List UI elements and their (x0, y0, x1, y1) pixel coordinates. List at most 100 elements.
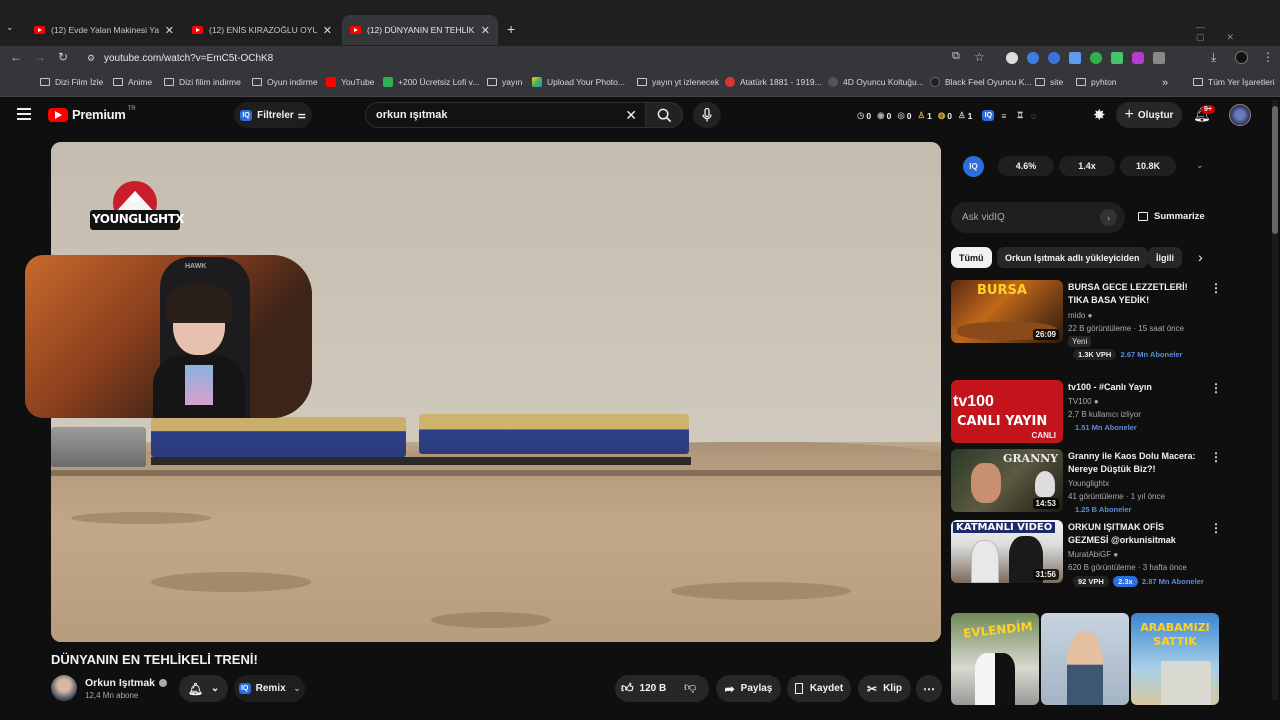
clear-search-icon[interactable]: ✕ (625, 107, 637, 124)
close-tab-icon[interactable]: ✕ (323, 24, 332, 37)
vidiq-icon[interactable]: IQ (982, 110, 995, 121)
search-button[interactable] (645, 102, 683, 128)
more-actions-button[interactable]: ⋯ (916, 675, 942, 702)
bookmark-item[interactable]: yayın yt izlenecek (637, 77, 719, 87)
download-icon[interactable]: ⤓ (1211, 50, 1216, 65)
save-button[interactable]: Kaydet (787, 675, 851, 702)
forward-icon[interactable]: → (34, 50, 46, 64)
youtube-play-icon (48, 107, 68, 122)
back-icon[interactable]: ← (10, 50, 22, 64)
clip-button[interactable]: ✂ Klip (858, 675, 911, 702)
video-meta: 2,7 B kullanıcı izliyor (1068, 410, 1141, 419)
tab-search-icon[interactable]: ⌄ (6, 22, 14, 33)
profile-avatar[interactable] (1235, 51, 1248, 64)
more-options-icon[interactable]: ⋮ (1210, 450, 1222, 464)
window-controls[interactable]: —▢✕ (1196, 22, 1280, 43)
browser-tab[interactable]: (12) ENİS KIRAZOĞLU OYUN OYNUYOR ✕ (184, 15, 340, 45)
address-bar[interactable]: ⚙ youtube.com/watch?v=EmC5t-OChK8 (78, 48, 998, 68)
extension-icons[interactable] (1006, 52, 1165, 64)
share-button[interactable]: ➦ Paylaş (716, 675, 781, 702)
bookmark-item[interactable]: Black Feel Oyuncu K... (930, 77, 1031, 87)
like-button[interactable]: 👍︎ 120 B (621, 681, 666, 696)
video-thumbnail[interactable]: GRANNY 14:53 (951, 449, 1063, 512)
short-thumbnail[interactable] (1041, 613, 1129, 705)
recommendation-item[interactable]: KATMANLI VİDEO 31:56 ORKUN IŞITMAK OFİS … (951, 520, 1222, 587)
folder-icon (252, 78, 262, 86)
view-icon: ◎ (897, 110, 905, 120)
vidiq-stats-bar[interactable]: ◷ 0 ◉ 0 ◎ 0 ♙ 1 ◍ 0 ♙ 1 IQ ≡ ♖ ◌ (857, 110, 1036, 121)
trophy-icon[interactable]: ♖ (1016, 110, 1024, 121)
channel-name: mido ● (1068, 311, 1093, 320)
vidiq-stat-engagement[interactable]: 4.6% (998, 156, 1054, 176)
bookmark-item[interactable]: +200 Ücretsiz Lofi v... (383, 77, 479, 87)
bookmark-item[interactable]: site (1035, 77, 1063, 87)
vidiq-logo-icon[interactable]: IQ (963, 156, 984, 177)
recommendation-item[interactable]: tv100 CANLI YAYIN CANLI tv100 - #Canlı Y… (951, 380, 1222, 444)
close-tab-icon[interactable]: ✕ (165, 24, 174, 37)
bookmark-item[interactable]: Oyun indirme (252, 77, 318, 87)
recommendation-item[interactable]: GRANNY 14:53 Granny ile Kaos Dolu Macera… (951, 449, 1222, 514)
extension-gear-icon[interactable]: ✸ (1093, 106, 1106, 124)
short-thumbnail[interactable]: ARABAMIZI SATTIK (1131, 613, 1219, 705)
bookmark-item[interactable]: Dizi filim indirme (164, 77, 241, 87)
more-options-icon[interactable]: ⋮ (1210, 381, 1222, 395)
youtube-premium-logo[interactable]: Premium TR (48, 106, 136, 122)
short-thumbnail[interactable]: EVLENDİM (951, 613, 1039, 705)
vidiq-remix-button[interactable]: IQ Remix ⌄ (234, 675, 305, 702)
video-thumbnail[interactable]: tv100 CANLI YAYIN CANLI (951, 380, 1063, 443)
bookmark-item[interactable]: pyhton (1076, 77, 1117, 87)
send-arrow-icon[interactable]: › (1100, 209, 1117, 226)
channel-name[interactable]: Orkun Işıtmak (85, 677, 168, 689)
bookmark-item[interactable]: 4D Oyuncu Koltuğu... (828, 77, 924, 87)
chip-from-uploader[interactable]: Orkun Işıtmak adlı yükleyiciden (997, 247, 1148, 268)
video-thumbnail[interactable]: KATMANLI VİDEO 31:56 (951, 520, 1063, 583)
folder-icon (1035, 78, 1045, 86)
list-icon[interactable]: ≡ (1001, 111, 1006, 121)
video-thumbnail[interactable]: BURSA 26:09 (951, 280, 1063, 343)
channel-avatar[interactable] (51, 675, 77, 701)
bookmarks-overflow-button[interactable]: » (1162, 77, 1168, 89)
site-info-icon[interactable]: ⚙ (87, 53, 95, 64)
voice-search-button[interactable] (693, 102, 721, 128)
ask-vidiq-input[interactable]: Ask vidIQ › (951, 202, 1125, 233)
verified-icon: ● (1093, 397, 1099, 406)
install-app-icon[interactable]: ⧉ (952, 50, 960, 63)
new-tab-button[interactable]: + (507, 21, 515, 37)
bookmark-star-icon[interactable]: ☆ (974, 50, 985, 64)
bookmark-item[interactable]: Dizi Film İzle (40, 77, 103, 87)
recommendation-item[interactable]: BURSA 26:09 BURSA GECE LEZZETLERİ! TIKA … (951, 280, 1222, 362)
scrollbar-thumb[interactable] (1272, 106, 1278, 234)
filters-button[interactable]: IQ Filtreler ⚌ (234, 102, 312, 128)
chevron-down-icon[interactable]: ⌄ (1196, 160, 1204, 171)
bookmark-item[interactable]: Anime (113, 77, 152, 87)
subscribed-notifications-button[interactable]: 🔔︎ ⌄ (179, 675, 228, 702)
bookmark-item[interactable]: Atatürk 1881 - 1919... (725, 77, 822, 87)
browser-tab[interactable]: (12) Evde Yalan Makinesi Yaptım ✕ (26, 15, 182, 45)
chip-all[interactable]: Tümü (951, 247, 992, 268)
menu-kebab-icon[interactable]: ⋮ (1262, 50, 1274, 64)
thumbnail-couple (975, 653, 1015, 705)
warning-icon: ◍ (937, 110, 946, 120)
close-tab-icon[interactable]: ✕ (481, 24, 490, 37)
more-options-icon[interactable]: ⋮ (1210, 521, 1222, 535)
chevron-right-icon[interactable]: › (1198, 249, 1203, 265)
bookmark-item[interactable]: YouTube (326, 77, 374, 87)
page-scrollbar[interactable] (1272, 100, 1278, 700)
create-button[interactable]: + Oluştur (1116, 102, 1182, 128)
account-avatar[interactable] (1229, 104, 1251, 126)
chat-icon[interactable]: ◌ (1031, 111, 1036, 121)
vidiq-stat-multiplier[interactable]: 1.4x (1059, 156, 1115, 176)
search-input[interactable]: orkun ışıtmak ✕ (365, 102, 646, 128)
vidiq-stat-vph[interactable]: 10.8K (1120, 156, 1176, 176)
bookmark-item[interactable]: Upload Your Photo... (532, 77, 625, 87)
browser-tab-active[interactable]: (12) DÜNYANIN EN TEHLİKELİ TRENİ ✕ (342, 15, 498, 45)
reload-icon[interactable]: ↻ (58, 50, 68, 64)
dislike-button[interactable]: 👎︎ (684, 680, 696, 695)
bookmark-item[interactable]: yayın (487, 77, 522, 87)
more-options-icon[interactable]: ⋮ (1210, 281, 1222, 295)
all-bookmarks-folder[interactable]: Tüm Yer İşaretleri (1193, 77, 1275, 87)
chip-related[interactable]: İlgili (1148, 247, 1182, 268)
hamburger-menu-icon[interactable] (17, 108, 31, 120)
new-badge: Yeni (1068, 336, 1092, 347)
summarize-button[interactable]: Summarize (1138, 211, 1205, 222)
